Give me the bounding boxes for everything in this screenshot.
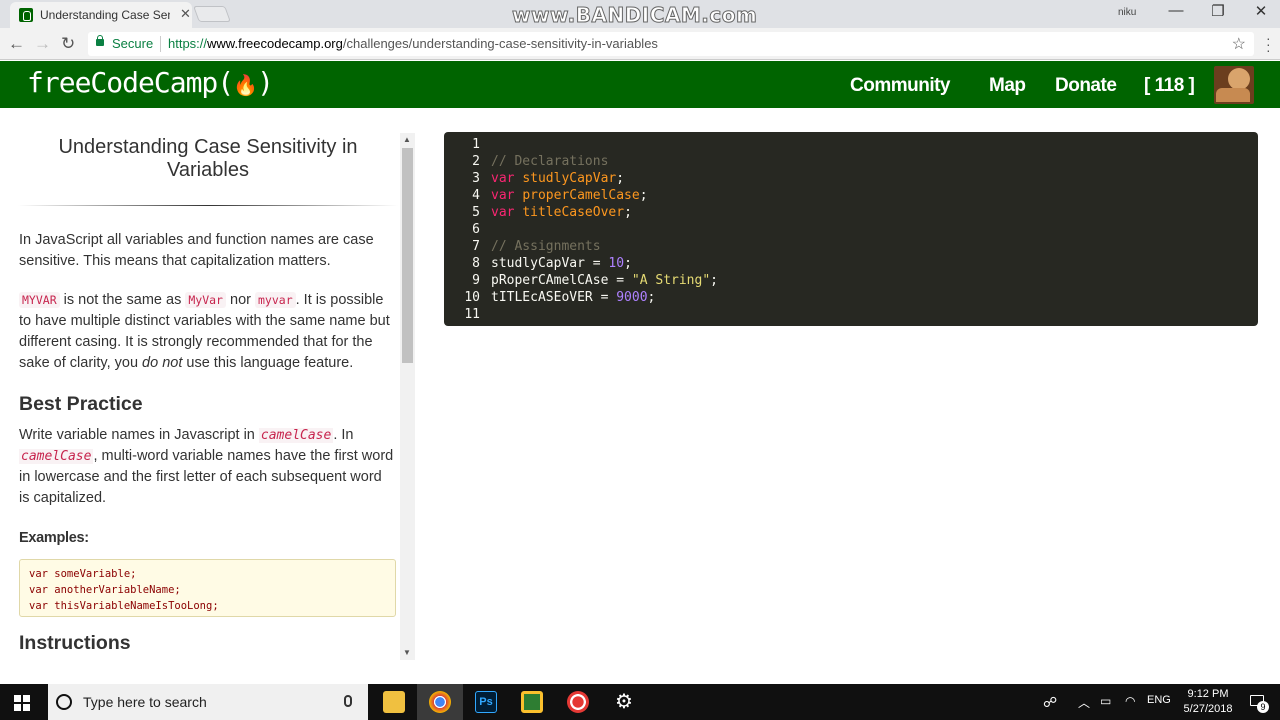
minecraft-icon[interactable] (521, 691, 543, 713)
editor-line: 11 (464, 307, 480, 322)
clock-time: 9:12 PM (1187, 688, 1229, 700)
nav-community-link[interactable]: Community (850, 75, 951, 97)
file-explorer-icon[interactable] (383, 691, 405, 713)
points-counter[interactable]: [ 118 ] (1144, 75, 1195, 97)
browser-tab[interactable]: Understanding Case Sensi ✕ (10, 2, 192, 28)
examples-code-block: var someVariable; var anotherVariableNam… (19, 559, 396, 617)
site-navbar: freeCodeCamp(🔥) Community Map Donate [ 1… (0, 61, 1280, 108)
clock-date: 5/27/2018 (1183, 703, 1233, 715)
window-close-button[interactable]: ✕ (1251, 2, 1271, 20)
editor-line: 7// Assignments (472, 239, 601, 254)
example-line: var anotherVariableName; (29, 584, 181, 596)
browser-tab-strip: Understanding Case Sensi ✕ www.BANDICAM.… (0, 0, 1280, 28)
case-paragraph: MYVAR is not the same as MyVar nor myvar… (19, 292, 390, 371)
avatar[interactable] (1214, 66, 1254, 104)
reload-icon[interactable]: ↻ (61, 34, 75, 54)
lesson-panel: Understanding Case Sensitivity in Variab… (0, 108, 400, 660)
secure-label: Secure (112, 36, 154, 51)
profile-name[interactable]: niku (1118, 7, 1136, 18)
title-divider (18, 205, 398, 206)
example-line: var someVariable; (29, 568, 137, 580)
lesson-scrollbar-thumb[interactable] (402, 148, 413, 363)
tab-title: Understanding Case Sensi (40, 8, 170, 22)
best-practice-heading: Best Practice (19, 393, 143, 415)
nav-donate-link[interactable]: Donate (1055, 75, 1117, 97)
bandicam-icon[interactable] (567, 691, 589, 713)
url-text: https://www.freecodecamp.org/challenges/… (168, 36, 658, 51)
wifi-icon[interactable]: ◠ (1125, 694, 1135, 708)
address-bar-row: ← → ↻ Secure https://www.freecodecamp.or… (0, 28, 1280, 60)
flame-icon: 🔥 (233, 73, 258, 97)
language-indicator[interactable]: ENG (1147, 694, 1171, 706)
battery-icon[interactable]: ▭ (1100, 694, 1111, 708)
settings-gear-icon[interactable]: ⚙ (613, 691, 635, 713)
camelcase-paragraph: Write variable names in Javascript in ca… (19, 427, 394, 506)
browser-menu-icon[interactable]: · · · (1266, 31, 1271, 57)
cortana-icon (56, 694, 72, 710)
editor-line: 9 pRoperCAmelCAse = "A String"; (472, 273, 718, 288)
chrome-icon[interactable] (429, 691, 451, 713)
maximize-button[interactable]: ❐ (1208, 2, 1228, 20)
minimize-button[interactable]: — (1166, 2, 1186, 19)
editor-line: 5 var titleCaseOver; (472, 205, 632, 220)
url-input[interactable]: Secure https://www.freecodecamp.org/chal… (88, 32, 1254, 56)
editor-line: 8 studlyCapVar = 10; (472, 256, 632, 271)
editor-line: 10 tITLEcASEoVER = 9000; (464, 290, 656, 305)
forward-arrow-icon[interactable]: → (34, 34, 51, 54)
editor-line: 2// Declarations (472, 154, 609, 169)
editor-line: 3 var studlyCapVar; (472, 171, 625, 186)
bandicam-watermark: www.BANDICAM.com (511, 3, 758, 28)
windows-start-icon[interactable] (14, 695, 30, 711)
search-placeholder: Type here to search (83, 694, 207, 710)
chevron-up-icon[interactable]: ︿ (1078, 694, 1090, 711)
notification-badge: 9 (1257, 701, 1269, 713)
example-line: var thisVariableNameIsTooLong; (29, 600, 219, 612)
editor-line: 1 (472, 137, 480, 152)
code-editor[interactable]: 1 2// Declarations 3 var studlyCapVar; 4v… (444, 132, 1258, 326)
scroll-down-icon[interactable]: ▼ (403, 648, 411, 657)
challenge-title: Understanding Case Sensitivity in Variab… (58, 136, 358, 181)
windows-taskbar: Type here to search Ps ⚙ ☍ ︿ ▭ ◠ ENG 9:1… (0, 684, 1280, 720)
examples-heading: Examples: (19, 530, 89, 546)
microphone-icon[interactable] (344, 695, 352, 707)
people-icon[interactable]: ☍ (1043, 694, 1057, 711)
editor-line: 4 var properCamelCase; (472, 188, 648, 203)
bookmark-star-icon[interactable]: ☆ (1232, 34, 1246, 54)
taskbar-search-input[interactable]: Type here to search (48, 684, 368, 720)
omnibox-divider (160, 36, 161, 52)
lock-icon (96, 35, 104, 46)
scroll-up-icon[interactable]: ▲ (403, 135, 411, 144)
freecodecamp-favicon-icon (19, 8, 33, 22)
tab-close-icon[interactable]: ✕ (180, 6, 191, 22)
nav-map-link[interactable]: Map (989, 75, 1026, 97)
new-tab-button[interactable] (193, 6, 231, 22)
intro-paragraph: In JavaScript all variables and function… (19, 232, 374, 269)
freecodecamp-logo[interactable]: freeCodeCamp(🔥) (27, 66, 274, 99)
photoshop-icon[interactable]: Ps (475, 691, 497, 713)
back-arrow-icon[interactable]: ← (8, 34, 25, 54)
editor-line: 6 (472, 222, 480, 237)
system-clock[interactable]: 9:12 PM 5/27/2018 (1172, 687, 1244, 717)
instructions-heading: Instructions (19, 632, 131, 654)
